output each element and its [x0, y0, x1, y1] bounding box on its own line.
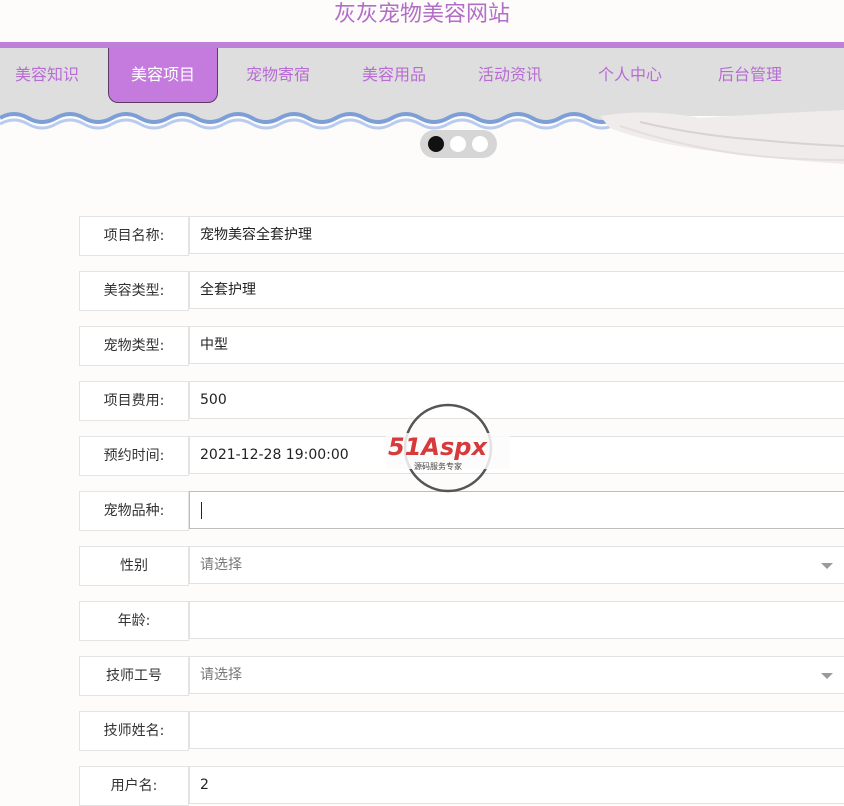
project-fee-field[interactable]: 500	[189, 381, 844, 419]
technician-name-field[interactable]	[189, 711, 844, 749]
watermark-logo: 51Aspx 源码服务专家	[386, 403, 510, 493]
form-row-project-name: 项目名称: 宠物美容全套护理	[79, 216, 844, 256]
form-row-beauty-type: 美容类型: 全套护理	[79, 271, 844, 311]
nav-item-pet-boarding[interactable]: 宠物寄宿	[230, 48, 326, 102]
form-row-age: 年龄:	[79, 601, 844, 641]
form-row-gender: 性别 请选择	[79, 546, 844, 586]
project-name-label: 项目名称:	[79, 216, 189, 256]
technician-id-select-value: 请选择	[200, 667, 242, 683]
site-title: 灰灰宠物美容网站	[333, 2, 510, 27]
chevron-down-icon	[821, 563, 833, 569]
carousel-dot-3[interactable]	[472, 136, 488, 152]
text-caret	[201, 502, 202, 519]
form-row-username: 用户名: 2	[79, 766, 844, 806]
username-label: 用户名:	[79, 766, 189, 806]
beauty-type-field[interactable]: 全套护理	[189, 271, 844, 309]
technician-id-select[interactable]: 请选择	[189, 656, 844, 694]
nav-item-beauty-projects[interactable]: 美容项目	[108, 48, 218, 103]
username-field[interactable]: 2	[189, 766, 844, 804]
carousel-dot-2[interactable]	[450, 136, 466, 152]
form-row-technician-name: 技师姓名:	[79, 711, 844, 751]
age-label: 年龄:	[79, 601, 189, 641]
form-row-technician-id: 技师工号 请选择	[79, 656, 844, 696]
nav-item-beauty-supplies[interactable]: 美容用品	[346, 48, 442, 102]
technician-id-label: 技师工号	[79, 656, 189, 696]
form-row-pet-breed: 宠物品种:	[79, 491, 844, 531]
appointment-time-field[interactable]: 2021-12-28 19:00:00	[189, 436, 844, 474]
gender-label: 性别	[79, 546, 189, 586]
nav-item-personal-center[interactable]: 个人中心	[582, 48, 678, 102]
project-name-field[interactable]: 宠物美容全套护理	[189, 216, 844, 254]
watermark-tagline: 源码服务专家	[414, 461, 462, 471]
carousel-indicator	[420, 130, 497, 158]
appointment-time-label: 预约时间:	[79, 436, 189, 476]
nav-item-beauty-knowledge[interactable]: 美容知识	[0, 48, 94, 102]
nav-item-activity-news[interactable]: 活动资讯	[462, 48, 558, 102]
technician-name-label: 技师姓名:	[79, 711, 189, 751]
beauty-type-label: 美容类型:	[79, 271, 189, 311]
form-row-pet-type: 宠物类型: 中型	[79, 326, 844, 366]
gender-select-value: 请选择	[200, 557, 242, 573]
nav-item-admin[interactable]: 后台管理	[702, 48, 798, 102]
main-nav: 美容知识 美容项目 宠物寄宿 美容用品 活动资讯 个人中心 后台管理	[0, 48, 844, 116]
pet-breed-label: 宠物品种:	[79, 491, 189, 531]
carousel-dot-1[interactable]	[428, 136, 444, 152]
pet-type-field[interactable]: 中型	[189, 326, 844, 364]
chevron-down-icon	[821, 673, 833, 679]
pet-type-label: 宠物类型:	[79, 326, 189, 366]
watermark-brand: 51Aspx	[388, 433, 488, 461]
project-fee-label: 项目费用:	[79, 381, 189, 421]
age-input[interactable]	[189, 601, 844, 639]
pet-breed-input[interactable]	[189, 491, 844, 529]
gender-select[interactable]: 请选择	[189, 546, 844, 584]
